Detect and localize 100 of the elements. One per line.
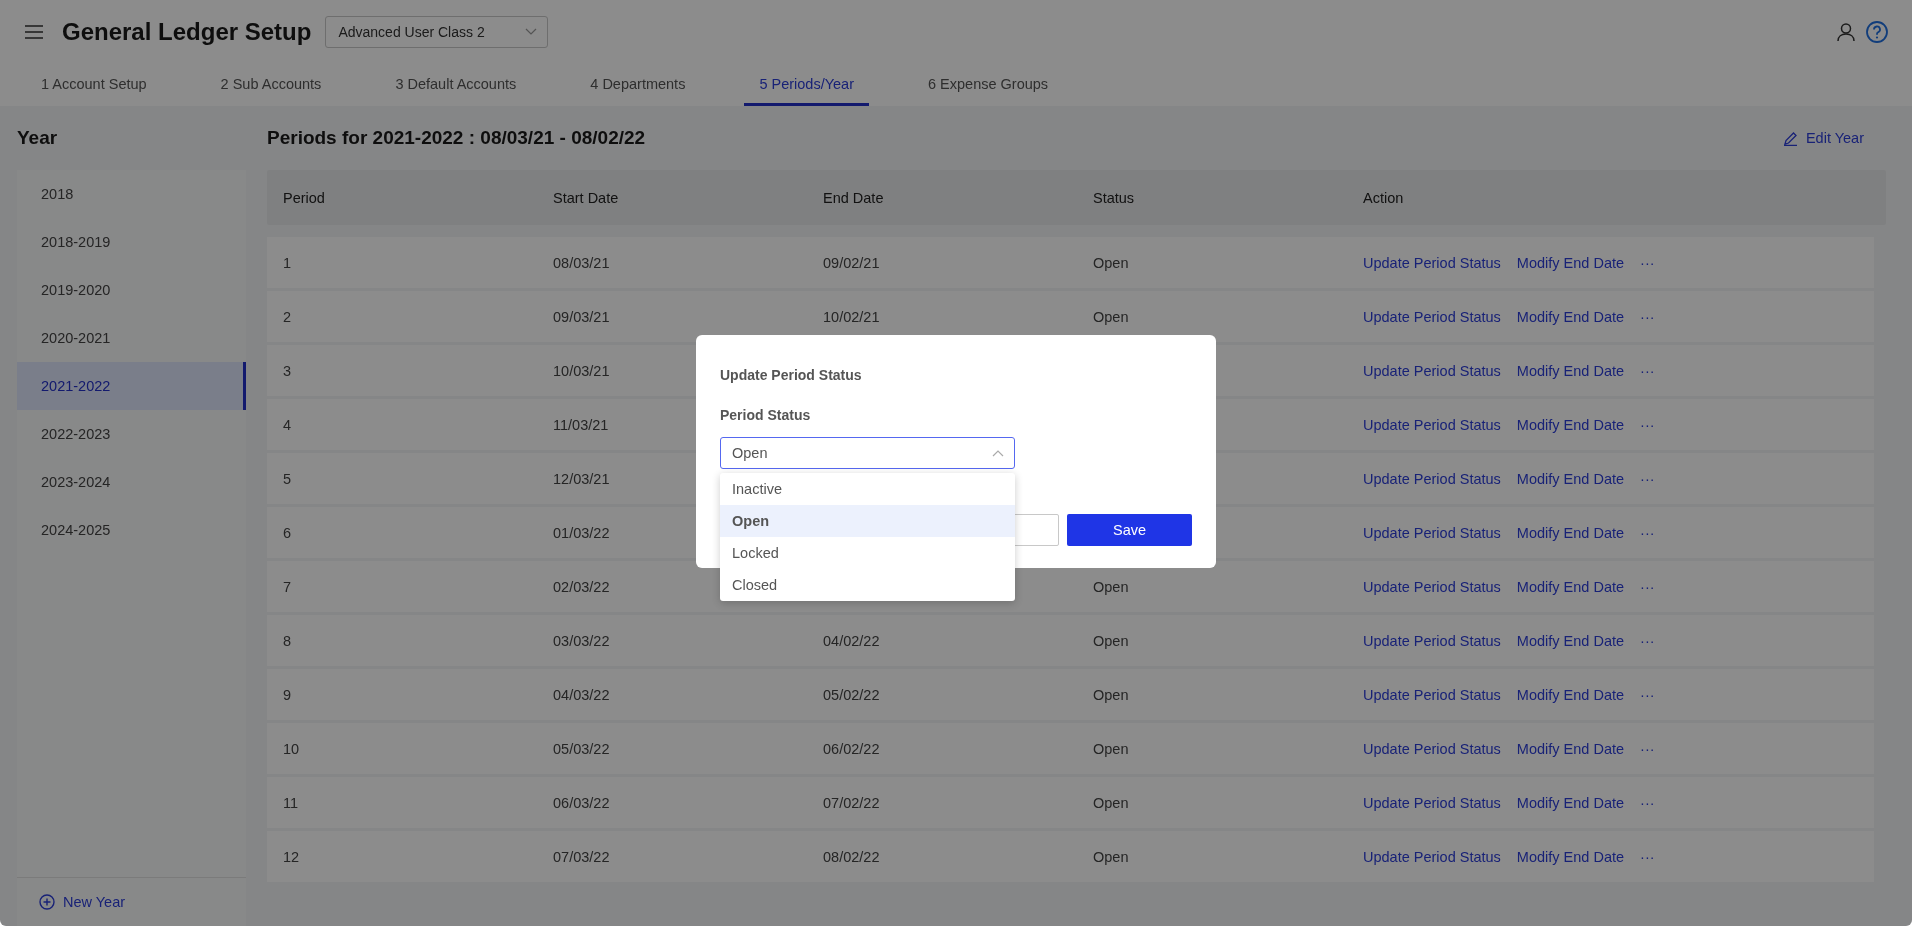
dropdown-option[interactable]: Closed	[720, 569, 1015, 601]
year-item[interactable]: 2021-2022	[17, 362, 246, 410]
tab[interactable]: 3 Default Accounts	[380, 64, 532, 106]
page-title: General Ledger Setup	[62, 18, 312, 46]
column-header: Start Date	[552, 189, 620, 206]
table-cell: 05/03/22	[553, 740, 610, 757]
action-link[interactable]: Update Period Status	[1363, 686, 1501, 703]
year-item[interactable]: 2020-2021	[17, 314, 246, 362]
more-actions-link[interactable]: ···	[1640, 470, 1655, 487]
tab[interactable]: 4 Departments	[575, 64, 701, 106]
more-actions-link[interactable]: ···	[1640, 254, 1655, 271]
more-actions-link[interactable]: ···	[1640, 686, 1655, 703]
sidebar-title: Year	[17, 126, 59, 150]
table-cell: Open	[1093, 578, 1129, 595]
column-header: End Date	[822, 189, 885, 206]
table-cell: 09/02/21	[823, 254, 880, 271]
tab[interactable]: 1 Account Setup	[26, 64, 162, 106]
action-link[interactable]: Update Period Status	[1363, 254, 1501, 271]
table-cell: 08/02/22	[823, 848, 880, 865]
more-actions-link[interactable]: ···	[1640, 848, 1655, 865]
table-cell: Open	[1093, 254, 1129, 271]
dropdown-option[interactable]: Locked	[720, 537, 1015, 569]
action-link[interactable]: Modify End Date	[1516, 578, 1625, 595]
dropdown-option[interactable]: Inactive	[720, 473, 1015, 505]
action-link[interactable]: Update Period Status	[1363, 578, 1501, 595]
more-actions-link[interactable]: ···	[1640, 740, 1655, 757]
dropdown-value: Open	[732, 445, 768, 461]
more-actions-link[interactable]: ···	[1640, 416, 1655, 433]
action-link[interactable]: Update Period Status	[1363, 848, 1501, 865]
tab[interactable]: 6 Expense Groups	[913, 64, 1064, 106]
year-item[interactable]: 2024-2025	[17, 506, 246, 554]
chevron-down-icon	[525, 28, 538, 36]
table-cell: 12/03/21	[553, 470, 610, 487]
table-cell: 09/03/21	[553, 308, 610, 325]
new-year-button[interactable]: New Year	[39, 894, 126, 910]
action-link[interactable]: Update Period Status	[1363, 362, 1501, 379]
more-actions-link[interactable]: ···	[1640, 578, 1655, 595]
table-cell: 10/02/21	[823, 308, 880, 325]
table-cell: 07/02/22	[823, 794, 880, 811]
field-label: Period Status	[720, 407, 812, 423]
table-cell: 08/03/21	[553, 254, 610, 271]
year-item[interactable]: 2018	[17, 170, 246, 218]
tab[interactable]: 5 Periods/Year	[744, 64, 869, 106]
action-link[interactable]: Update Period Status	[1363, 794, 1501, 811]
action-link[interactable]: Update Period Status	[1363, 524, 1501, 541]
status-dropdown[interactable]: Open	[720, 437, 1015, 469]
table-cell: 10	[283, 740, 300, 757]
year-item[interactable]: 2019-2020	[17, 266, 246, 314]
action-link[interactable]: Modify End Date	[1516, 686, 1625, 703]
table-cell: 3	[283, 362, 292, 379]
table-cell: 01/03/22	[553, 524, 610, 541]
action-link[interactable]: Update Period Status	[1363, 470, 1501, 487]
table-cell: 1	[283, 254, 292, 271]
table-cell: 9	[283, 686, 292, 703]
table-cell: 11	[283, 794, 299, 811]
tab[interactable]: 2 Sub Accounts	[205, 64, 337, 106]
edit-year-link[interactable]: Edit Year	[1782, 130, 1864, 146]
table-cell: 4	[283, 416, 292, 433]
table-cell: Open	[1093, 848, 1129, 865]
year-item[interactable]: 2023-2024	[17, 458, 246, 506]
dropdown-option[interactable]: Open	[720, 505, 1015, 537]
table-cell: 5	[283, 470, 292, 487]
action-link[interactable]: Modify End Date	[1516, 848, 1625, 865]
class-dropdown[interactable]: Advanced User Class 2	[325, 16, 549, 48]
table-cell: 8	[283, 632, 292, 649]
table-cell: 03/03/22	[553, 632, 610, 649]
action-link[interactable]: Modify End Date	[1516, 362, 1625, 379]
table-cell: Open	[1093, 794, 1129, 811]
action-link[interactable]: Update Period Status	[1363, 632, 1501, 649]
action-link[interactable]: Modify End Date	[1516, 254, 1625, 271]
more-actions-link[interactable]: ···	[1640, 632, 1655, 649]
table-cell: 02/03/22	[553, 578, 610, 595]
year-item[interactable]: 2022-2023	[17, 410, 246, 458]
action-link[interactable]: Modify End Date	[1516, 632, 1625, 649]
action-link[interactable]: Modify End Date	[1516, 524, 1625, 541]
save-button[interactable]: Save	[1067, 514, 1192, 546]
action-link[interactable]: Modify End Date	[1516, 740, 1625, 757]
plus-circle-icon	[39, 894, 55, 910]
table-cell: 04/03/22	[553, 686, 610, 703]
table-cell: Open	[1093, 632, 1129, 649]
user-icon[interactable]	[1836, 22, 1856, 42]
menu-icon[interactable]	[24, 24, 44, 40]
column-header: Status	[1092, 189, 1136, 206]
dialog-title: Update Period Status	[720, 367, 863, 383]
more-actions-link[interactable]: ···	[1640, 308, 1655, 325]
table-cell: Open	[1093, 740, 1129, 757]
dropdown-value: Advanced User Class 2	[338, 24, 485, 40]
column-header: Period	[282, 189, 326, 206]
action-link[interactable]: Update Period Status	[1363, 740, 1501, 757]
action-link[interactable]: Modify End Date	[1516, 794, 1625, 811]
more-actions-link[interactable]: ···	[1640, 794, 1655, 811]
more-actions-link[interactable]: ···	[1640, 524, 1655, 541]
action-link[interactable]: Update Period Status	[1363, 416, 1501, 433]
action-link[interactable]: Update Period Status	[1363, 308, 1501, 325]
help-icon[interactable]	[1866, 21, 1888, 43]
more-actions-link[interactable]: ···	[1640, 362, 1655, 379]
year-item[interactable]: 2018-2019	[17, 218, 246, 266]
action-link[interactable]: Modify End Date	[1516, 308, 1625, 325]
action-link[interactable]: Modify End Date	[1516, 470, 1625, 487]
action-link[interactable]: Modify End Date	[1516, 416, 1625, 433]
